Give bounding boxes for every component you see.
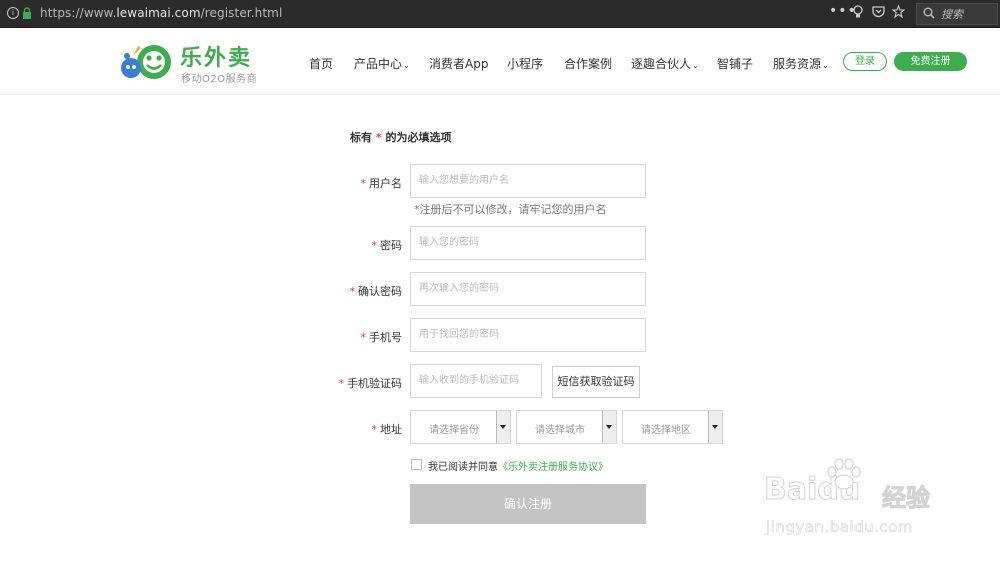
city-select[interactable]: 请选择城市 (516, 410, 617, 444)
nav-item-cases[interactable]: 合作案例 (564, 55, 612, 72)
info-icon[interactable]: i (7, 7, 19, 19)
chevron-down-icon: ⌄ (403, 61, 410, 70)
district-select-value: 请选择地区 (641, 425, 691, 436)
phone-label: * 手机号 (360, 331, 403, 344)
nav-item-mini-program[interactable]: 小程序 (507, 55, 543, 72)
username-label: * 用户名 (360, 177, 403, 190)
site-logo[interactable]: 乐外卖 移动O2O服务商 (118, 40, 268, 85)
dropdown-arrow-icon[interactable] (496, 411, 510, 443)
district-select[interactable]: 请选择地区 (622, 410, 723, 444)
nav-item-zhipuzi[interactable]: 智铺子 (717, 55, 753, 72)
send-sms-code-button[interactable]: 短信获取验证码 (552, 366, 640, 398)
password-label: * 密码 (371, 239, 403, 252)
logo-name: 乐外卖 (180, 46, 253, 71)
bookmark-star-icon[interactable] (892, 5, 905, 18)
free-register-button[interactable]: 免费注册 (894, 52, 967, 71)
watermark-url: jingyan.baidu.com (766, 518, 913, 537)
username-hint: *注册后不可以修改，请牢记您的用户名 (414, 203, 607, 216)
province-select-value: 请选择省份 (429, 425, 479, 436)
agree-text: 我已阅读并同意《乐外卖注册服务协议》 (428, 462, 608, 473)
browser-toolbar: i https://www.lewaimai.com/register.html… (0, 0, 1000, 28)
phone-field[interactable]: 用于找回您的密码 (410, 318, 646, 352)
confirm-register-button[interactable]: 确认注册 (410, 484, 646, 524)
lock-icon (23, 7, 31, 19)
chevron-down-icon: ⌄ (692, 61, 699, 70)
nav-item-products[interactable]: 产品中心⌄ (354, 55, 410, 72)
dropdown-arrow-icon[interactable] (708, 411, 722, 443)
nav-item-home[interactable]: 首页 (309, 55, 333, 72)
username-field[interactable]: 输入您想要的用户名 (410, 164, 646, 198)
pocket-icon[interactable] (872, 5, 885, 18)
site-header: 乐外卖 移动O2O服务商 首页 产品中心⌄ 消费者App 小程序 合作案例 逐趣… (0, 28, 1000, 95)
nav-item-resources[interactable]: 服务资源⌄ (773, 55, 829, 72)
province-select[interactable]: 请选择省份 (410, 410, 511, 444)
logo-mascot-icon (121, 45, 171, 79)
login-button[interactable]: 登录 (843, 52, 887, 71)
search-placeholder: 搜索 (941, 8, 963, 21)
search-icon (923, 7, 935, 19)
sms-code-label: * 手机验证码 (338, 377, 403, 390)
agree-checkbox[interactable] (411, 459, 422, 470)
password-field[interactable]: 输入您的密码 (410, 226, 646, 260)
lightbulb-icon[interactable] (852, 5, 864, 19)
address-bar[interactable]: i https://www.lewaimai.com/register.html (0, 1, 910, 25)
confirm-password-label: * 确认密码 (349, 285, 403, 298)
browser-search-input[interactable]: 搜索 (916, 3, 998, 25)
service-agreement-link[interactable]: 《乐外卖注册服务协议》 (498, 462, 608, 473)
sms-code-field[interactable]: 输入收到的手机验证码 (410, 364, 542, 398)
nav-item-consumer-app[interactable]: 消费者App (429, 55, 488, 72)
url-text: https://www.lewaimai.com/register.html (40, 6, 283, 20)
logo-tagline: 移动O2O服务商 (181, 74, 258, 85)
baidu-jingyan-watermark: Baidu 经验 jingyan.baidu.com (763, 458, 954, 548)
dropdown-arrow-icon[interactable] (602, 411, 616, 443)
chevron-down-icon: ⌄ (822, 61, 829, 70)
nav-item-partners[interactable]: 逐趣合伙人⌄ (631, 55, 699, 72)
watermark-brand-cn: 经验 (882, 484, 931, 513)
confirm-password-field[interactable]: 再次输入您的密码 (410, 272, 646, 306)
city-select-value: 请选择城市 (535, 425, 585, 436)
required-note: 标有 * 的为必填选项 (350, 131, 452, 144)
address-label: * 地址 (371, 423, 403, 436)
paw-icon (827, 458, 861, 490)
